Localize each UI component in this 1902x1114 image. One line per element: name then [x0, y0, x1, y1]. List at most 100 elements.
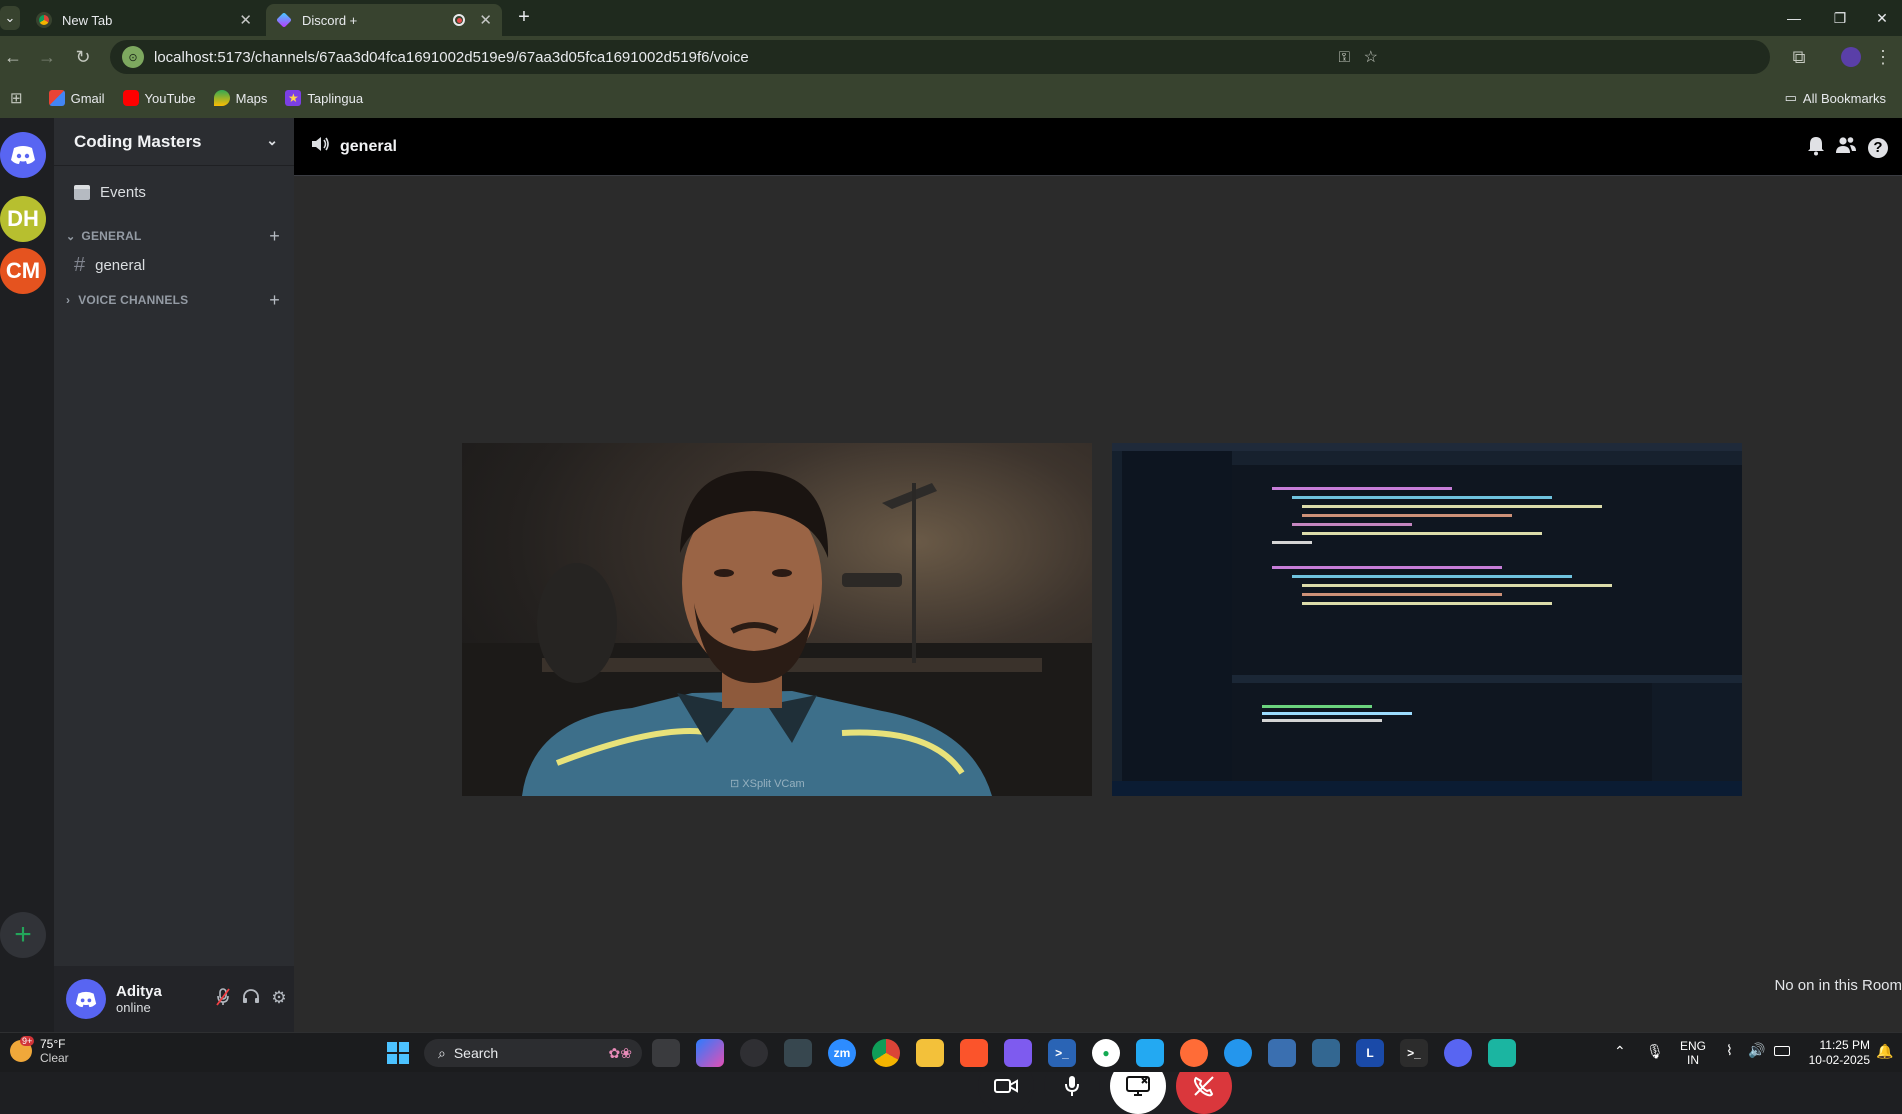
- events-item[interactable]: Events: [54, 174, 294, 210]
- user-info[interactable]: Aditya online: [116, 983, 162, 1015]
- chrome-icon: [36, 12, 52, 28]
- category-name: GENERAL: [81, 229, 142, 243]
- tab-search-dropdown[interactable]: ⌄: [0, 6, 20, 30]
- file-explorer-icon[interactable]: [916, 1039, 944, 1067]
- powershell-icon[interactable]: >_: [1048, 1039, 1076, 1067]
- stop-share-icon: [1126, 1076, 1150, 1096]
- windows-taskbar: 9+ 75°F Clear ⌕ Search ✿❀ zm >_ ● L >_ ⌃…: [0, 1032, 1902, 1072]
- username: Aditya: [116, 983, 162, 1000]
- vscode-icon[interactable]: [1136, 1039, 1164, 1067]
- tab-title: Discord +: [302, 12, 358, 28]
- bookmarks-bar: ⊞ Gmail YouTube Maps ★ Taplingua ▭ All Boo…: [0, 78, 1902, 118]
- bookmark-star-icon[interactable]: ☆: [1364, 47, 1378, 67]
- calendar-icon: [74, 184, 90, 200]
- extensions-icon[interactable]: ⧉: [1786, 44, 1812, 70]
- tray-mic-icon[interactable]: 🎙: [1646, 1043, 1664, 1060]
- obsidian-icon[interactable]: [1004, 1039, 1032, 1067]
- new-tab-button[interactable]: +: [512, 6, 536, 30]
- taskbar-search[interactable]: ⌕ Search ✿❀: [424, 1039, 642, 1067]
- postgres-icon[interactable]: [1312, 1039, 1340, 1067]
- language-indicator[interactable]: ENG IN: [1680, 1039, 1706, 1067]
- close-tab-icon[interactable]: ✕: [479, 11, 492, 29]
- voice-channel-view: general ? ⊡ XSplit VCam No on in this Ro…: [294, 118, 1902, 1114]
- clock[interactable]: 11:25 PM 10-02-2025: [1800, 1038, 1870, 1068]
- hang-up-icon: [1194, 1076, 1214, 1097]
- close-window-icon[interactable]: ✕: [1862, 6, 1902, 30]
- obs-icon[interactable]: [740, 1039, 768, 1067]
- server-icon-dh[interactable]: DH: [0, 196, 46, 242]
- camera-video-tile[interactable]: ⊡ XSplit VCam: [462, 443, 1092, 796]
- vite-icon: [276, 12, 292, 28]
- notification-bell-icon[interactable]: [1804, 136, 1828, 160]
- browser-tab-new-tab[interactable]: New Tab ✕: [26, 4, 262, 36]
- add-channel-icon[interactable]: +: [269, 226, 280, 247]
- launcher-l-icon[interactable]: L: [1356, 1039, 1384, 1067]
- site-info-icon[interactable]: ⊙: [122, 46, 144, 68]
- chevron-down-icon: ⌄: [66, 230, 76, 243]
- bookmark-youtube[interactable]: YouTube: [122, 90, 196, 106]
- members-icon[interactable]: [1834, 136, 1858, 160]
- bookmark-taplingua[interactable]: ★ Taplingua: [285, 90, 363, 106]
- discord-app: DH CM + Coding Masters ⌄ Events ⌄ GENERA…: [0, 118, 1902, 1114]
- forward-icon[interactable]: →: [34, 44, 60, 70]
- screen-share-tile[interactable]: [1112, 443, 1742, 796]
- channel-item-general[interactable]: # general: [54, 250, 294, 280]
- davinci-icon[interactable]: [784, 1039, 812, 1067]
- minimize-icon[interactable]: —: [1774, 6, 1814, 30]
- password-key-icon[interactable]: ⚿: [1339, 49, 1350, 66]
- docker-icon[interactable]: [1224, 1039, 1252, 1067]
- back-icon[interactable]: ←: [0, 44, 26, 70]
- mongodb-icon[interactable]: ●: [1092, 1039, 1120, 1067]
- screen-recorder-icon[interactable]: [1488, 1039, 1516, 1067]
- weather-icon: 9+: [10, 1036, 35, 1062]
- task-view-icon[interactable]: [652, 1039, 680, 1067]
- search-highlight-icon: ✿❀: [608, 1044, 632, 1061]
- category-voice-channels[interactable]: › VOICE CHANNELS +: [54, 288, 294, 312]
- bookmark-gmail[interactable]: Gmail: [48, 90, 105, 106]
- chevron-up-icon[interactable]: ⌃: [1614, 1043, 1626, 1060]
- postman-icon[interactable]: [1180, 1039, 1208, 1067]
- user-avatar[interactable]: [66, 979, 106, 1019]
- channel-name: general: [340, 137, 397, 155]
- settings-gear-icon[interactable]: ⚙: [268, 988, 290, 1010]
- copilot-icon[interactable]: [696, 1039, 724, 1067]
- user-status: online: [116, 1000, 151, 1015]
- server-rail: DH CM +: [0, 118, 54, 1032]
- add-channel-icon[interactable]: +: [269, 290, 280, 311]
- weather-widget[interactable]: 9+ 75°F Clear: [10, 1036, 69, 1065]
- bookmark-maps[interactable]: Maps: [213, 90, 267, 106]
- address-bar[interactable]: ⊙ localhost:5173/channels/67aa3d04fca169…: [110, 40, 1770, 74]
- chrome-taskbar-icon[interactable]: [872, 1039, 900, 1067]
- add-server-button[interactable]: +: [0, 912, 46, 958]
- notification-bell-icon[interactable]: 🔔: [1876, 1043, 1893, 1060]
- headphones-icon[interactable]: [240, 988, 262, 1010]
- all-bookmarks-button[interactable]: ▭ All Bookmarks: [1785, 90, 1886, 106]
- browser-tab-discord[interactable]: Discord + ✕: [266, 4, 502, 36]
- server-header[interactable]: Coding Masters ⌄: [54, 118, 294, 166]
- discord-taskbar-icon[interactable]: [1444, 1039, 1472, 1067]
- microphone-icon: [1065, 1076, 1079, 1096]
- category-general[interactable]: ⌄ GENERAL +: [54, 224, 294, 248]
- windows-start-icon[interactable]: [384, 1039, 412, 1067]
- mute-mic-icon[interactable]: [212, 988, 234, 1010]
- help-icon[interactable]: ?: [1866, 136, 1890, 160]
- battery-icon[interactable]: [1774, 1046, 1790, 1056]
- volume-icon[interactable]: 🔊: [1748, 1042, 1765, 1059]
- apps-grid-icon[interactable]: ⊞: [10, 89, 23, 107]
- taplingua-icon: ★: [285, 90, 302, 106]
- speaker-icon: [310, 135, 330, 158]
- close-tab-icon[interactable]: ✕: [239, 11, 252, 29]
- profile-avatar[interactable]: [1838, 44, 1864, 70]
- brave-icon[interactable]: [960, 1039, 988, 1067]
- restore-icon[interactable]: ❐: [1820, 6, 1860, 30]
- ssms-icon[interactable]: [1268, 1039, 1296, 1067]
- chrome-menu-icon[interactable]: ⋮: [1870, 44, 1896, 70]
- reload-icon[interactable]: ↻: [70, 44, 96, 70]
- hashtag-icon: #: [74, 253, 86, 276]
- zoom-icon[interactable]: zm: [828, 1039, 856, 1067]
- server-icon-cm[interactable]: CM: [0, 248, 46, 294]
- discord-home-icon[interactable]: [0, 132, 46, 178]
- wifi-icon[interactable]: ⌇: [1726, 1042, 1733, 1059]
- video-camera-icon: [994, 1079, 1018, 1093]
- terminal-icon[interactable]: >_: [1400, 1039, 1428, 1067]
